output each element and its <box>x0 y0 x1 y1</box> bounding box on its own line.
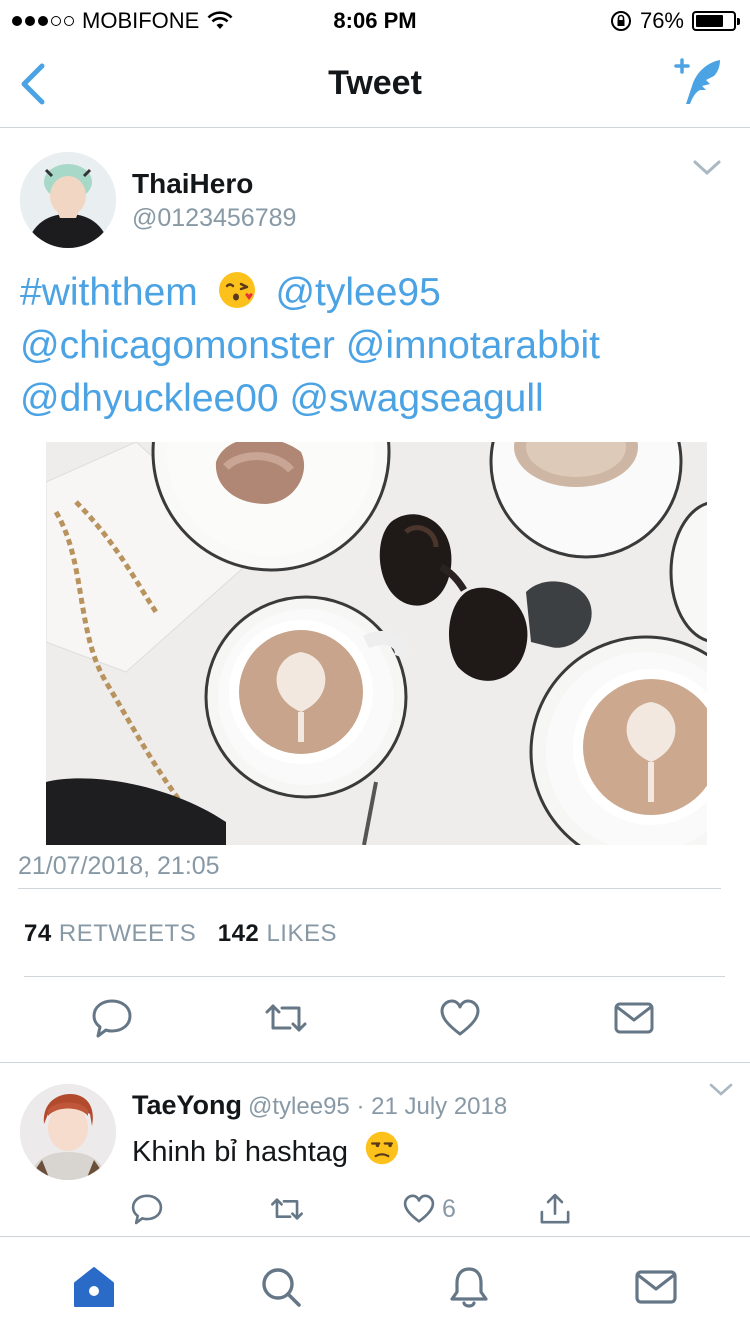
unamused-face-icon <box>365 1131 399 1165</box>
reply-author-name[interactable]: TaeYong <box>132 1090 242 1120</box>
retweets-count: 74 <box>24 920 52 947</box>
status-bar: MOBIFONE 8:06 PM 76% <box>0 0 750 40</box>
reply-text-content: Khinh bỉ hashtag <box>132 1136 349 1168</box>
author-handle[interactable]: @0123456789 <box>132 204 296 233</box>
page-title: Tweet <box>328 64 422 102</box>
share-icon[interactable] <box>538 1192 572 1226</box>
reply-icon[interactable] <box>130 1192 164 1226</box>
search-icon[interactable] <box>259 1265 303 1309</box>
retweets-label: RETWEETS <box>58 920 197 947</box>
rotation-lock-icon <box>610 11 631 31</box>
reply-text: Khinh bỉ hashtag <box>132 1130 408 1169</box>
reply-author-handle[interactable]: @tylee95 <box>248 1093 350 1120</box>
mention-link[interactable]: @tylee95 <box>275 271 440 314</box>
battery-icon <box>692 11 740 31</box>
chevron-down-icon[interactable] <box>708 1082 734 1098</box>
retweet-icon[interactable] <box>264 996 308 1040</box>
author-name[interactable]: ThaiHero <box>132 168 253 200</box>
avatar[interactable] <box>20 1084 116 1180</box>
divider <box>18 888 721 889</box>
direct-message-icon[interactable] <box>612 996 656 1040</box>
divider <box>0 1062 750 1063</box>
tweet-text: #withthem @tylee95 @chicagomonster @imno… <box>20 266 730 425</box>
tweet-media-image[interactable] <box>46 442 707 845</box>
reply-like-count: 6 <box>442 1195 456 1223</box>
chevron-down-icon[interactable] <box>692 158 722 178</box>
heart-icon[interactable] <box>402 1192 436 1226</box>
likes-count: 142 <box>217 920 260 947</box>
reply-header: TaeYong @tylee95 · 21 July 2018 <box>132 1090 507 1121</box>
face-blowing-kiss-icon <box>218 272 255 308</box>
separator-dot: · <box>356 1093 365 1120</box>
battery-percent: 76% <box>639 8 684 33</box>
notifications-icon[interactable] <box>447 1265 491 1309</box>
tab-bar <box>0 1236 750 1334</box>
messages-icon[interactable] <box>634 1265 678 1309</box>
likes-label: LIKES <box>266 920 337 947</box>
mention-link[interactable]: @imnotarabbit <box>346 324 600 367</box>
mention-link[interactable]: @swagseagull <box>289 377 543 420</box>
divider <box>24 976 725 977</box>
compose-tweet-icon[interactable] <box>672 56 728 108</box>
reply-icon[interactable] <box>90 996 134 1040</box>
hashtag-link[interactable]: #withthem <box>20 271 198 314</box>
avatar[interactable] <box>20 152 116 248</box>
likes-stat[interactable]: 142 LIKES <box>218 920 337 947</box>
mention-link[interactable]: @chicagomonster <box>20 324 335 367</box>
tweet-timestamp: 21/07/2018, 21:05 <box>18 852 220 880</box>
tweet-stats: 74 RETWEETS 142 LIKES <box>24 920 337 948</box>
reply-date: 21 July 2018 <box>371 1093 508 1120</box>
retweet-icon[interactable] <box>270 1192 304 1226</box>
heart-icon[interactable] <box>438 996 482 1040</box>
home-icon[interactable] <box>72 1265 116 1309</box>
mention-link[interactable]: @dhyucklee00 <box>20 377 279 420</box>
retweets-stat[interactable]: 74 RETWEETS <box>24 920 196 947</box>
navigation-bar: Tweet <box>0 40 750 128</box>
